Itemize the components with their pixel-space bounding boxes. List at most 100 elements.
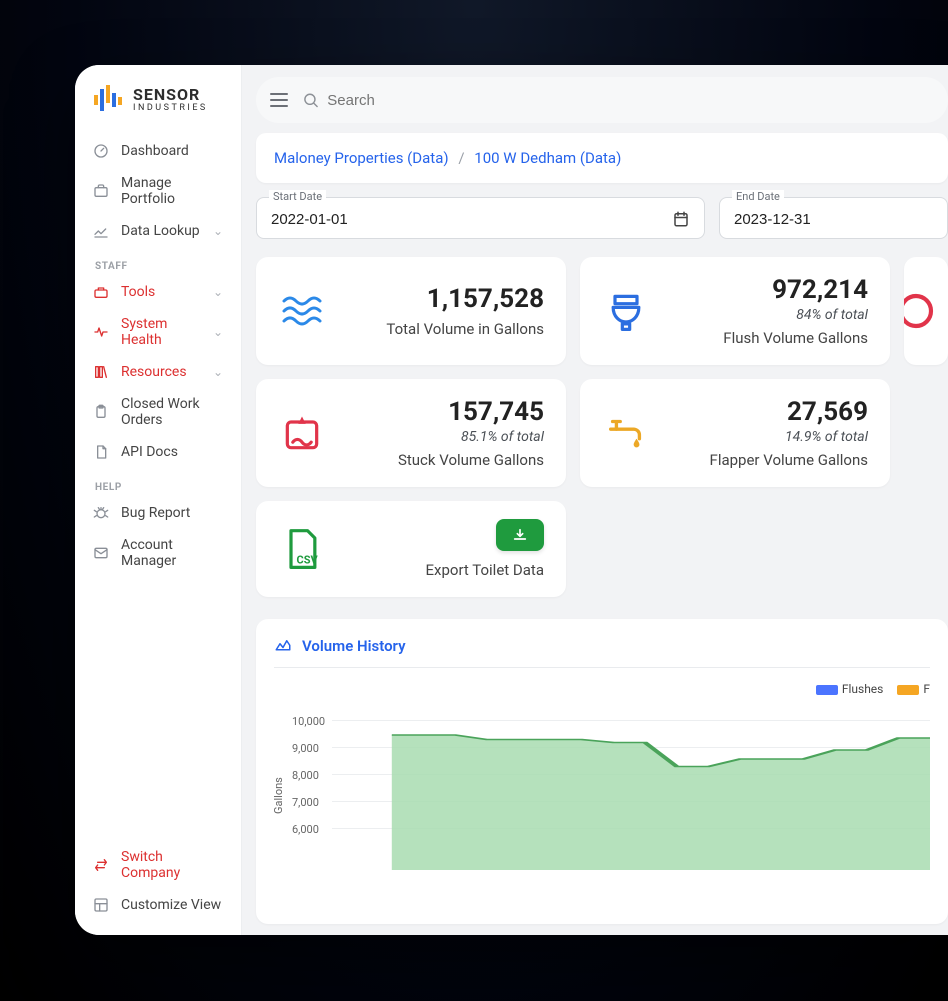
stat-value: 157,745 [344, 397, 544, 427]
sidebar-item-label: Tools [121, 284, 155, 300]
brand-name: SENSOR [133, 87, 208, 103]
start-date-label: Start Date [269, 190, 326, 203]
ytick: 10,000 [292, 715, 325, 728]
y-axis-title: Gallons [272, 777, 285, 814]
stat-card-stuck-volume: 157,745 85.1% of total Stuck Volume Gall… [256, 379, 566, 487]
chevron-down-icon: ⌄ [213, 365, 223, 379]
ytick: 9,000 [292, 742, 319, 755]
stat-value: 1,157,528 [344, 284, 544, 314]
nav-section-staff: STAFF [83, 247, 233, 276]
csv-icon: CSV [278, 525, 326, 573]
stat-label: Flush Volume Gallons [668, 329, 868, 347]
chevron-down-icon: ⌄ [213, 285, 223, 299]
svg-text:CSV: CSV [297, 554, 319, 567]
sidebar-item-closed-work-orders[interactable]: Closed Work Orders [83, 388, 233, 436]
topbar [256, 77, 948, 123]
legend-item-truncated: F [897, 682, 930, 696]
toilet-icon [602, 287, 650, 335]
faucet-icon [602, 409, 650, 457]
water-icon [278, 287, 326, 335]
briefcase-icon [93, 183, 109, 199]
date-filters: Start Date End Date [256, 197, 948, 239]
brand-logo: SENSOR INDUSTRIES [75, 65, 241, 131]
sidebar-footer: Switch Company Customize View [75, 835, 241, 935]
sidebar-item-label: Account Manager [121, 537, 223, 569]
bug-icon [93, 505, 109, 521]
stat-pct: 85.1% of total [344, 429, 544, 445]
swap-icon [93, 857, 109, 873]
sidebar-item-label: Switch Company [121, 849, 223, 881]
start-date-input[interactable] [271, 211, 672, 228]
sidebar-item-tools[interactable]: Tools ⌄ [83, 276, 233, 308]
area-chart [332, 720, 930, 870]
chevron-down-icon: ⌄ [213, 325, 223, 339]
export-download-button[interactable] [496, 519, 544, 551]
stat-card-flush-volume: 972,214 84% of total Flush Volume Gallon… [580, 257, 890, 365]
legend-item-flushes: Flushes [816, 682, 884, 696]
mail-icon [93, 545, 109, 561]
toolbox-icon [93, 284, 109, 300]
ytick: 6,000 [292, 823, 319, 836]
library-icon [93, 364, 109, 380]
panel-header: Volume History [274, 637, 930, 668]
chart-legend: Flushes F [816, 682, 930, 696]
stat-value: 972,214 [668, 275, 868, 305]
search-input[interactable] [327, 92, 934, 109]
volume-history-panel: Volume History Flushes F Gallons 10,000 … [256, 619, 948, 924]
start-date-field[interactable]: Start Date [256, 197, 705, 239]
hamburger-icon[interactable] [270, 93, 288, 107]
sidebar-item-data-lookup[interactable]: Data Lookup ⌄ [83, 215, 233, 247]
stat-label: Total Volume in Gallons [344, 320, 544, 338]
end-date-label: End Date [732, 190, 784, 203]
sidebar-item-api-docs[interactable]: API Docs [83, 436, 233, 468]
export-card: CSV Export Toilet Data [256, 501, 566, 597]
stat-label: Stuck Volume Gallons [344, 451, 544, 469]
stat-cards-row1: 1,157,528 Total Volume in Gallons 972,21… [256, 257, 948, 365]
sidebar-item-manage-portfolio[interactable]: Manage Portfolio [83, 167, 233, 215]
stat-card-total-volume: 1,157,528 Total Volume in Gallons [256, 257, 566, 365]
ytick: 7,000 [292, 796, 319, 809]
sidebar-item-account-manager[interactable]: Account Manager [83, 529, 233, 577]
clipboard-icon [93, 404, 109, 420]
sidebar-item-label: API Docs [121, 444, 178, 460]
brand-sub: INDUSTRIES [133, 103, 208, 113]
stat-pct: 84% of total [668, 307, 868, 323]
sidebar-item-label: Resources [121, 364, 187, 380]
doc-icon [93, 444, 109, 460]
warning-icon [904, 287, 936, 335]
stat-cards-row2: 157,745 85.1% of total Stuck Volume Gall… [256, 379, 948, 487]
sidebar-item-dashboard[interactable]: Dashboard [83, 135, 233, 167]
breadcrumb-property[interactable]: 100 W Dedham (Data) [474, 149, 621, 167]
download-icon [512, 527, 528, 543]
nav-section-help: HELP [83, 468, 233, 497]
breadcrumb-company[interactable]: Maloney Properties (Data) [274, 149, 449, 167]
sidebar-item-switch-company[interactable]: Switch Company [83, 841, 233, 889]
brand-logo-icon [91, 83, 125, 117]
ytick: 8,000 [292, 769, 319, 782]
sidebar-item-resources[interactable]: Resources ⌄ [83, 356, 233, 388]
stat-pct: 14.9% of total [668, 429, 868, 445]
stat-card-truncated [904, 257, 948, 365]
sidebar-item-label: Bug Report [121, 505, 190, 521]
search-icon [302, 91, 319, 109]
layout-icon [93, 897, 109, 913]
end-date-input[interactable] [734, 211, 933, 228]
sidebar-item-label: System Health [121, 316, 201, 348]
export-row: CSV Export Toilet Data [256, 501, 948, 597]
breadcrumb-sep: / [458, 149, 464, 167]
stat-value: 27,569 [668, 397, 868, 427]
nav-list: Dashboard Manage Portfolio Data Lookup ⌄… [75, 131, 241, 835]
sidebar-item-bug-report[interactable]: Bug Report [83, 497, 233, 529]
sidebar-item-label: Data Lookup [121, 223, 200, 239]
end-date-field[interactable]: End Date [719, 197, 948, 239]
search-wrap [302, 91, 934, 109]
breadcrumb: Maloney Properties (Data) / 100 W Dedham… [256, 133, 948, 183]
heartbeat-icon [93, 324, 109, 340]
gauge-icon [93, 143, 109, 159]
sidebar-item-customize-view[interactable]: Customize View [83, 889, 233, 921]
sidebar-item-system-health[interactable]: System Health ⌄ [83, 308, 233, 356]
calendar-icon [672, 210, 690, 228]
export-label: Export Toilet Data [426, 561, 544, 579]
sidebar-item-label: Closed Work Orders [121, 396, 223, 428]
stat-label: Flapper Volume Gallons [668, 451, 868, 469]
